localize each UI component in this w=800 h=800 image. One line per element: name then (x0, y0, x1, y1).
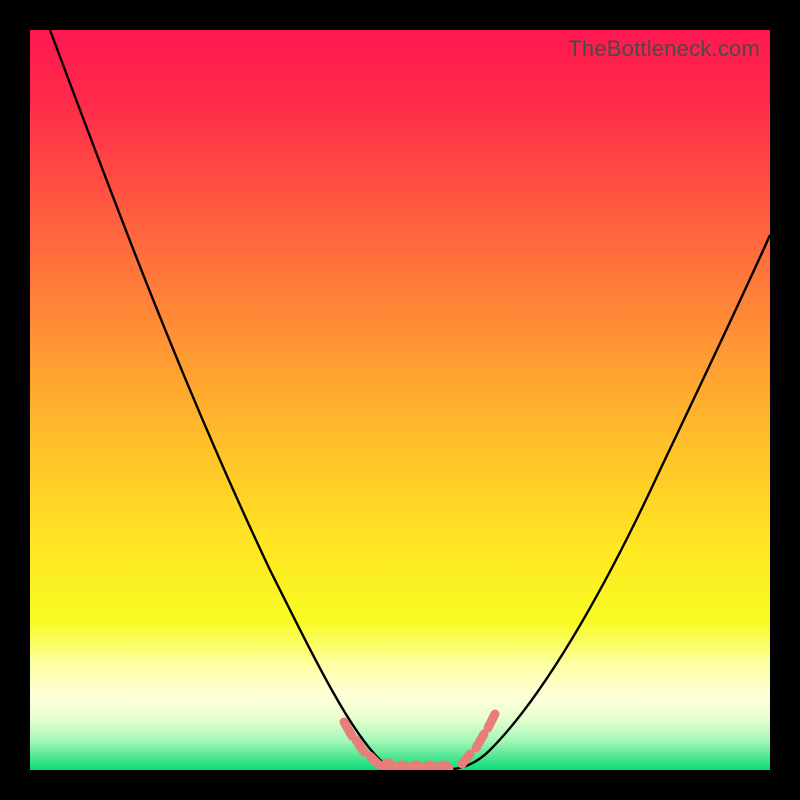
watermark-text: TheBottleneck.com (568, 36, 760, 62)
left-curve (50, 30, 410, 770)
right-curve (440, 235, 770, 770)
chart-frame: TheBottleneck.com (0, 0, 800, 800)
curves-layer (30, 30, 770, 770)
valley-markers (344, 714, 495, 770)
plot-area: TheBottleneck.com (30, 30, 770, 770)
